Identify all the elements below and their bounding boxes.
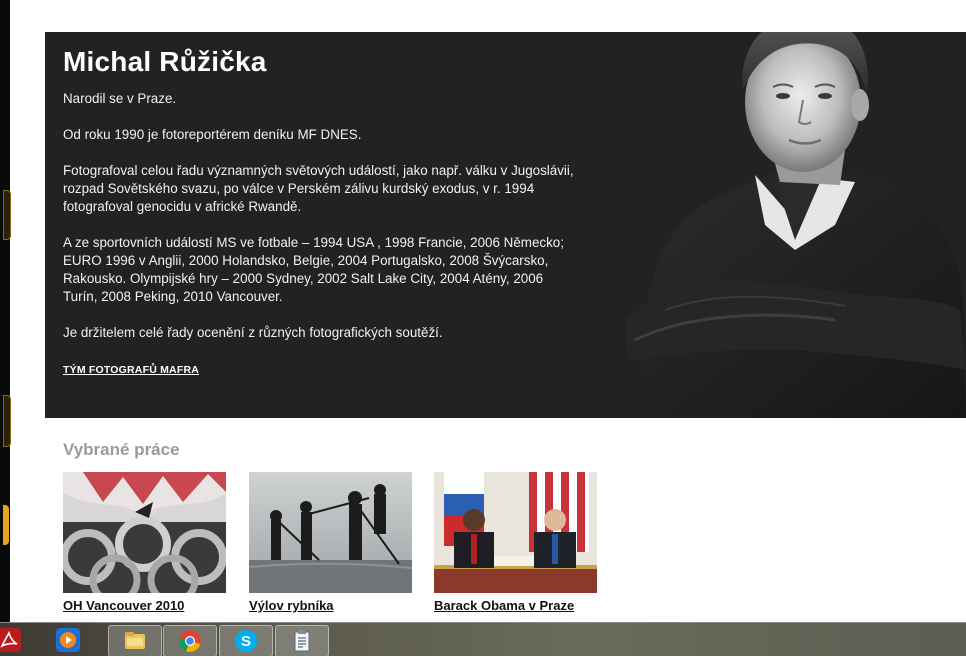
acrobat-icon (0, 628, 21, 652)
taskbar-button-chrome[interactable] (163, 625, 217, 657)
bio-paragraph: A ze sportovních událostí MS ve fotbale … (63, 235, 564, 304)
work-thumbnail-vancouver[interactable] (63, 472, 226, 593)
work-thumbnail-vylov[interactable] (249, 472, 412, 593)
taskbar: S (0, 622, 966, 657)
team-of-photographers-link[interactable]: TÝM FOTOGRAFŮ MAFRA (63, 364, 199, 376)
taskbar-button-notepad[interactable] (275, 625, 329, 657)
taskbar-button-acrobat[interactable] (0, 625, 26, 655)
photographer-portrait (625, 32, 966, 418)
bio-paragraph: Je držitelem celé řady ocenění z různých… (63, 325, 443, 340)
media-player-icon (56, 628, 80, 652)
bio-text-block: Michal Růžička Narodil se v Praze. Od ro… (63, 46, 578, 378)
work-item-vancouver[interactable]: OH Vancouver 2010 (63, 472, 226, 613)
svg-text:S: S (241, 633, 251, 650)
notepad-icon (294, 630, 310, 652)
work-item-obama[interactable]: Barack Obama v Praze (434, 472, 597, 613)
window-edge-tab (3, 505, 9, 545)
chrome-icon (178, 630, 201, 652)
taskbar-button-file-explorer[interactable] (108, 625, 162, 657)
bio-paragraph: Od roku 1990 je fotoreportérem deníku MF… (63, 127, 362, 142)
photographer-name: Michal Růžička (63, 46, 267, 77)
work-caption[interactable]: OH Vancouver 2010 (63, 598, 226, 613)
window-edge-tab (3, 395, 11, 447)
selected-works-heading: Vybrané práce (63, 440, 180, 459)
window-edge-tab (3, 190, 11, 240)
taskbar-button-skype[interactable]: S (219, 625, 273, 657)
page-top-margin (10, 0, 966, 32)
background-window-edge (0, 0, 11, 622)
work-thumbnail-obama[interactable] (434, 472, 597, 593)
bio-paragraph: Fotografoval celou řadu významných světo… (63, 163, 574, 214)
bio-paragraph: Narodil se v Praze. (63, 91, 177, 106)
taskbar-button-media-player[interactable] (42, 625, 94, 655)
work-item-vylov[interactable]: Výlov rybníka (249, 472, 412, 613)
file-explorer-icon (125, 632, 145, 649)
photographer-bio-panel: Michal Růžička Narodil se v Praze. Od ro… (45, 32, 966, 418)
work-caption[interactable]: Výlov rybníka (249, 598, 412, 613)
work-caption[interactable]: Barack Obama v Praze (434, 598, 597, 613)
skype-icon: S (235, 630, 257, 652)
